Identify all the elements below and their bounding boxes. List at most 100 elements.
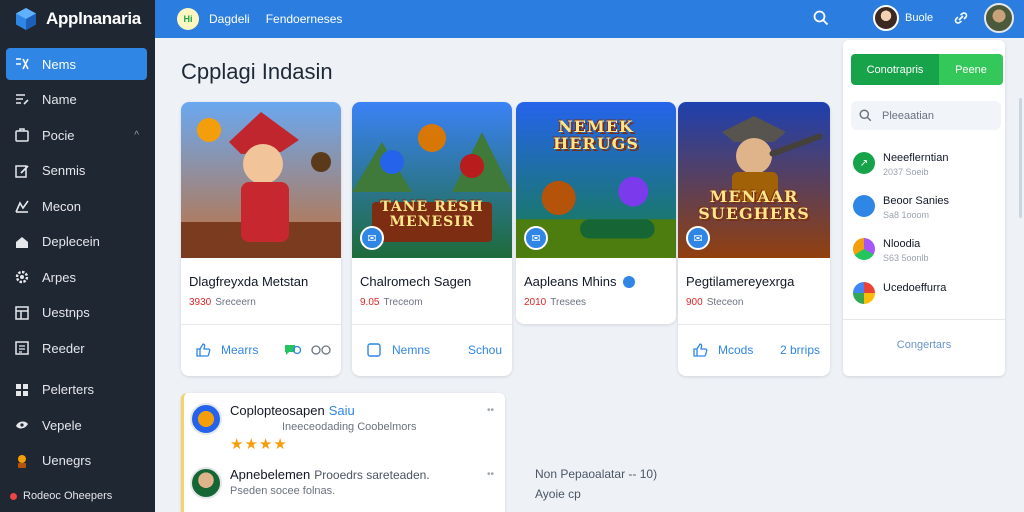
sidebar-item-label: Uenegrs bbox=[42, 453, 92, 468]
grid-icon bbox=[14, 382, 30, 398]
game-title[interactable]: Dlagfreyxda Metstan bbox=[189, 274, 308, 289]
sidebar-item-reeder[interactable]: Reeder bbox=[6, 332, 147, 364]
card-secondary-action[interactable]: 2 brrips bbox=[780, 343, 820, 357]
like-button[interactable]: Mcods bbox=[692, 342, 753, 358]
house-icon bbox=[14, 234, 30, 250]
people-icon bbox=[14, 198, 30, 214]
profile-avatar[interactable] bbox=[984, 3, 1014, 33]
card-action-label: Mearrs bbox=[221, 343, 259, 357]
list-item[interactable]: Beoor Sanies Sa8 1ooom bbox=[853, 195, 949, 220]
list-item[interactable]: ↗ Neeeflerntian 2037 Soeib bbox=[853, 152, 948, 177]
game-thumbnail[interactable] bbox=[181, 102, 341, 258]
app-logo-icon[interactable]: Hi bbox=[177, 8, 199, 30]
activity-feed: Coplopteosapen Saiu Ineeceodading Coobelm… bbox=[181, 393, 505, 512]
sidebar-item-label: Senmis bbox=[42, 163, 86, 178]
card-action-label: Mcods bbox=[718, 343, 754, 357]
link-icon[interactable] bbox=[953, 10, 969, 26]
panel-search-input[interactable]: Pleeaatian bbox=[851, 101, 1001, 130]
controller-icon[interactable]: ✉ bbox=[686, 226, 710, 250]
sidebar-item-nems[interactable]: Nems bbox=[6, 48, 147, 80]
toggle-option-secondary[interactable]: Peene bbox=[939, 54, 1003, 85]
sidebar-item-label: Vepele bbox=[42, 417, 82, 433]
edit-list-icon bbox=[14, 92, 30, 108]
sidebar-item-label: Reeder bbox=[42, 340, 85, 356]
sidebar-item-name[interactable]: Name bbox=[6, 84, 147, 116]
topbar-link-fendoerneses[interactable]: Fendoerneses bbox=[266, 12, 343, 26]
game-art-title: TANE RESH MENESIR bbox=[380, 199, 484, 230]
sidebar-footer-label: Rodeoc Oheepers bbox=[23, 490, 113, 502]
game-card[interactable]: MENAAR SUEGHERS ✉ Pegtilamereyexrga 900 St… bbox=[678, 102, 830, 376]
game-title[interactable]: Chalromech Sagen bbox=[360, 274, 471, 289]
sidebar-item-label: Name bbox=[42, 92, 77, 107]
game-avatar bbox=[190, 467, 222, 499]
brand-name: Applnanaria bbox=[46, 9, 141, 28]
panel-footer-link[interactable]: Congertars bbox=[843, 339, 1005, 351]
controller-icon[interactable]: ✉ bbox=[360, 226, 384, 250]
game-title[interactable]: Aapleans Mhins bbox=[524, 274, 635, 289]
brand[interactable]: Applnanaria bbox=[0, 0, 155, 38]
game-art-title: MENAAR SUEGHERS bbox=[698, 187, 810, 223]
app-icon bbox=[853, 238, 875, 260]
game-card[interactable]: Dlagfreyxda Metstan 3930 Sreceern Mearrs bbox=[181, 102, 341, 376]
game-meta: 3930 Sreceern bbox=[189, 297, 256, 308]
card-share[interactable] bbox=[283, 342, 331, 358]
game-card[interactable]: TANE RESH MENESIR ✉ Chalromech Sagen 9.05… bbox=[352, 102, 512, 376]
game-thumbnail[interactable]: MENAAR SUEGHERS ✉ bbox=[678, 102, 830, 258]
like-button[interactable]: Mearrs bbox=[195, 342, 258, 358]
bookmark-button[interactable]: Nemns bbox=[366, 342, 430, 358]
sidebar-item-pelerters[interactable]: Pelerters bbox=[6, 374, 147, 406]
search-icon[interactable] bbox=[813, 10, 829, 26]
card-footer: Nemns Schou bbox=[366, 342, 502, 358]
game-thumbnail[interactable]: TANE RESH MENESIR ✉ bbox=[352, 102, 512, 258]
sidebar-item-senmis[interactable]: Senmis bbox=[6, 155, 147, 187]
user-menu[interactable]: Buole bbox=[873, 5, 933, 31]
sidebar-item-label: Mecon bbox=[42, 198, 82, 214]
status-dot-icon bbox=[10, 492, 17, 500]
toggle-option-primary[interactable]: Conotrapris bbox=[851, 54, 939, 85]
sidebar-item-label: Arpes bbox=[42, 269, 76, 285]
edit-icon bbox=[14, 163, 30, 179]
game-thumbnail[interactable]: NEMEK HERUGS ✉ bbox=[516, 102, 676, 258]
game-art-image bbox=[181, 102, 341, 258]
game-title[interactable]: Pegtilamereyexrga bbox=[686, 274, 794, 289]
thumbs-up-icon bbox=[196, 343, 211, 357]
card-footer: Mcods 2 brrips bbox=[692, 342, 820, 358]
scrollbar[interactable] bbox=[1019, 98, 1022, 218]
list-item[interactable]: Nloodia S63 5oonlb bbox=[853, 238, 929, 263]
sidebar-item-arpes[interactable]: Arpes bbox=[6, 261, 147, 293]
sidebar-item-uestnps[interactable]: Uestnps bbox=[6, 297, 147, 329]
more-icon[interactable]: •• bbox=[487, 469, 494, 480]
chevron-up-icon[interactable]: ^ bbox=[134, 130, 139, 141]
card-action-label: Nemns bbox=[392, 343, 431, 357]
sidebar-footer[interactable]: Rodeoc Oheepers bbox=[10, 490, 112, 502]
game-card[interactable]: NEMEK HERUGS ✉ Aapleans Mhins 2010 Tresees bbox=[516, 102, 676, 324]
list-item[interactable]: Ucedoeffurra bbox=[853, 282, 946, 304]
brand-logo-icon bbox=[16, 8, 36, 30]
verified-icon bbox=[622, 275, 635, 288]
sidebar-item-mecon[interactable]: Mecon bbox=[6, 190, 147, 222]
controller-icon[interactable]: ✉ bbox=[524, 226, 548, 250]
game-art-title: NEMEK HERUGS bbox=[553, 117, 639, 153]
gear-icon bbox=[14, 269, 30, 285]
card-secondary-action[interactable]: Schou bbox=[468, 343, 502, 357]
sidebar-item-label: Nems bbox=[42, 56, 76, 72]
sidebar-item-pocie[interactable]: Pocie ^ bbox=[6, 119, 147, 151]
window-icon bbox=[14, 305, 30, 321]
glasses-icon bbox=[311, 345, 331, 355]
sidebar-item-uenegrs[interactable]: Uenegrs bbox=[6, 445, 147, 477]
sidebar-item-deplecein[interactable]: Deplecein bbox=[6, 226, 147, 258]
right-panel: Conotrapris Peene Pleeaatian ↗ Neeeflern… bbox=[843, 40, 1005, 376]
sidebar-item-label: Uestnps bbox=[42, 305, 90, 320]
sidebar-item-vepele[interactable]: Vepele bbox=[6, 409, 147, 441]
top-bar: Hi Dagdeli Fendoerneses Buole bbox=[155, 0, 1024, 38]
search-placeholder: Pleeaatian bbox=[882, 109, 934, 122]
character-icon bbox=[14, 453, 30, 469]
feed-item[interactable]: Apnebelemen Prooedrs sareteaden. Pseden s… bbox=[190, 467, 500, 499]
topbar-link-dagdeli[interactable]: Dagdeli bbox=[209, 12, 250, 26]
game-meta: 900 Steceon bbox=[686, 297, 744, 308]
footer-note: Non Pepaoalatar -- 10) bbox=[535, 467, 658, 481]
sidebar-item-label: Pelerters bbox=[42, 382, 95, 397]
sidebar-item-label: Pocie bbox=[42, 127, 75, 143]
more-icon[interactable]: •• bbox=[487, 405, 494, 416]
feed-item[interactable]: Coplopteosapen Saiu Ineeceodading Coobelm… bbox=[190, 403, 500, 453]
